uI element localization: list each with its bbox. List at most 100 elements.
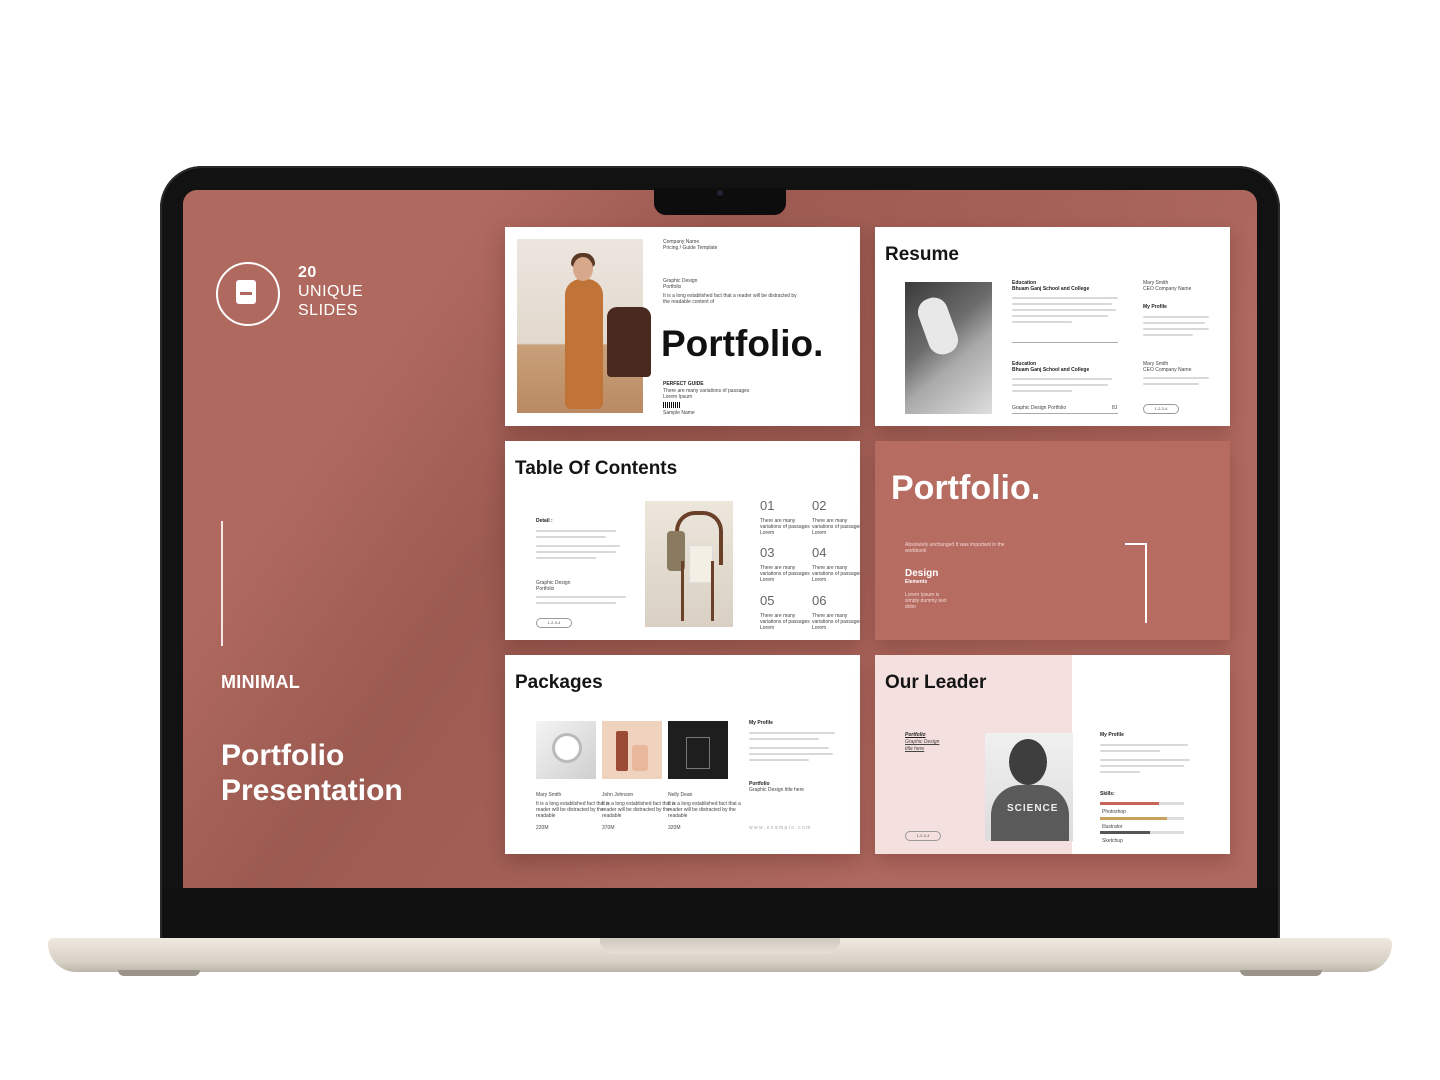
resume-edu1-school: Bhuam Ganj School and College (1012, 286, 1090, 292)
resume-name2-sub: CEO Company Name (1143, 367, 1192, 373)
tagline: MINIMAL (221, 672, 301, 692)
text-line (1100, 750, 1160, 752)
slide-portfolio-divider[interactable]: Portfolio. Absolutely unchanged It was i… (875, 441, 1230, 640)
slide-cover[interactable]: Company Name Pricing / Guide Template Gr… (505, 227, 860, 426)
skill-name: Photoshop (1102, 809, 1126, 815)
text-line (1012, 297, 1118, 299)
camera-icon (717, 190, 723, 196)
toc-label2: Portfolio (536, 586, 555, 592)
product-image-bag (668, 721, 728, 779)
leader-profile: My Profile (1100, 732, 1124, 738)
leader-photo: SCIENCE (985, 733, 1073, 841)
document-icon-line (240, 292, 252, 295)
chair-shape (607, 307, 651, 377)
slides-count-label-1: UNIQUE (298, 283, 364, 300)
barcode-icon (663, 402, 681, 408)
slides-count-label-2: SLIDES (298, 302, 358, 319)
divider-desc2: workbook (905, 548, 927, 554)
text-line (1012, 390, 1072, 392)
corner-bracket (1125, 543, 1147, 623)
text-line (1012, 315, 1108, 317)
leader-link2[interactable]: Graphic Design (905, 739, 939, 745)
shoe-photo (905, 282, 992, 414)
packages-profile: My Profile (749, 720, 773, 726)
text-line (749, 753, 833, 755)
packages-portfolio-sub: Graphic Design title here (749, 787, 805, 793)
toc-number: 02 (812, 498, 827, 513)
main-title-line1: Portfolio (221, 739, 345, 772)
text-line (536, 551, 616, 553)
slide-our-leader[interactable]: Our Leader Portfolio Graphic Design titl… (875, 655, 1230, 854)
shirt-text: SCIENCE (1007, 803, 1059, 814)
toc-num-desc3: Lorem (760, 530, 775, 536)
package-desc3: readable (536, 813, 556, 819)
text-line (1143, 322, 1205, 324)
main-title: Portfolio Presentation (221, 738, 403, 808)
text-line (536, 530, 616, 532)
text-line (1012, 378, 1112, 380)
cover-guide-desc2: Lorem Ipsum (663, 394, 693, 400)
package-price: 370M (602, 825, 615, 831)
skill-name: Illustrator (1102, 824, 1123, 830)
bottom-bezel (163, 888, 1277, 938)
leader-link3[interactable]: title here (905, 746, 924, 752)
cover-desc2: the readable content of (663, 299, 715, 305)
text-line (1012, 309, 1116, 311)
text-line (536, 596, 626, 598)
text-line (1100, 744, 1188, 746)
slides-count: 20 UNIQUE SLIDES (298, 263, 363, 320)
slide-resume[interactable]: Resume Education Bhuam Ganj School and C… (875, 227, 1230, 426)
text-line (1012, 303, 1112, 305)
text-line (1143, 316, 1209, 318)
vertical-divider (221, 521, 223, 646)
text-line (1143, 328, 1209, 330)
toc-title: Table Of Contents (515, 458, 678, 479)
cover-guide: PERFECT GUIDE (663, 381, 704, 387)
foot-right (1240, 970, 1322, 976)
toc-detail: Detail : (536, 518, 553, 524)
divider-small3: dolor (905, 604, 917, 610)
main-title-line2: Presentation (221, 774, 403, 807)
resume-pill: 1-2-3-4 (1143, 404, 1179, 414)
toc-pill: 1-2-3-4 (536, 618, 572, 628)
leader-pill: 1-2-3-4 (905, 831, 941, 841)
chair-leg (681, 561, 684, 621)
text-line (536, 557, 596, 559)
website-link[interactable]: w w w . e x a m p l e . c o m (749, 825, 810, 831)
text-line (1012, 384, 1108, 386)
resume-footer: Graphic Design Portfolio (1012, 405, 1067, 411)
resume-edu2-school: Bhuam Ganj School and College (1012, 367, 1090, 373)
resume-title: Resume (885, 244, 959, 265)
cover-title: Portfolio. (661, 323, 824, 364)
divider-line (1012, 413, 1118, 414)
toc-number: 03 (760, 545, 775, 560)
chair-leg (711, 561, 714, 621)
toc-num-desc3: Lorem (812, 577, 827, 583)
divider-sub2: Elements (905, 579, 928, 585)
foot-left (118, 970, 200, 976)
toc-number: 01 (760, 498, 775, 513)
company-sub: Pricing / Guide Template (663, 245, 718, 251)
slide-table-of-contents[interactable]: Table Of Contents Detail : Graphic Desig… (505, 441, 860, 640)
trackpad-notch (600, 938, 840, 954)
text-line (1143, 377, 1209, 379)
text-line (1143, 383, 1199, 385)
cover-label2: Portfolio (663, 284, 682, 290)
model-photo (517, 239, 651, 413)
model-head (573, 257, 593, 281)
text-line (1012, 321, 1072, 323)
package-name: Mary Smith (536, 792, 562, 798)
skill-bar (1100, 802, 1184, 805)
toc-num-desc3: Lorem (812, 530, 827, 536)
leader-title: Our Leader (885, 672, 987, 693)
packages-title: Packages (515, 672, 603, 693)
skill-bar (1100, 817, 1184, 820)
slide-packages[interactable]: Packages Mary Smith John Johnson Nelly D… (505, 655, 860, 854)
cover-sample: Sample Name (663, 410, 695, 416)
toc-number: 05 (760, 593, 775, 608)
skills-title: Skills: (1100, 791, 1115, 797)
package-price: 220M (536, 825, 549, 831)
model-body (565, 279, 603, 409)
text-line (1143, 334, 1193, 336)
leader-link1[interactable]: Portfolio (905, 732, 926, 738)
